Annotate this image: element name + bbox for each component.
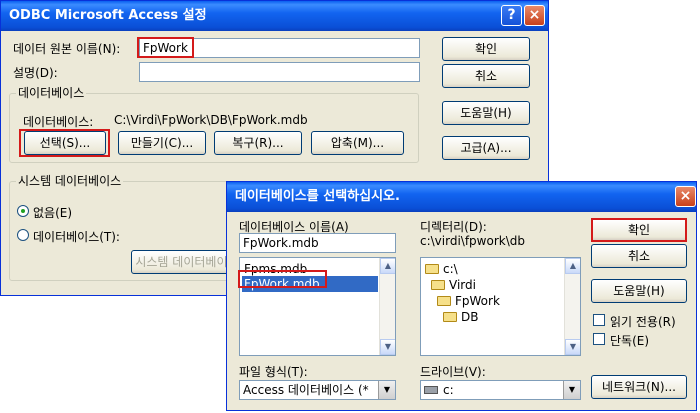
repair-database-button[interactable]: 복구(R)... [214,131,302,155]
database-path-value: C:\Virdi\FpWork\DB\FpWork.mdb [114,113,308,127]
ok-button[interactable]: 확인 [442,37,530,61]
database-radio-label: 데이터베이스(T): [33,230,120,244]
select-title: 데이터베이스를 선택하십시오. [235,189,400,204]
main-titlebar[interactable]: ODBC Microsoft Access 설정 [1,1,548,31]
database-group-title: 데이터베이스 [16,85,87,101]
dir-node-fpwork-label: FpWork [455,294,500,308]
cancel-button[interactable]: 취소 [442,64,530,88]
drive-select[interactable]: c: ▼ [420,380,581,400]
select-help-button[interactable]: 도움말(H) [591,279,687,303]
help-title-button[interactable]: ? [501,5,522,26]
help-button[interactable]: 도움말(H) [442,101,530,125]
dir-node-db[interactable]: DB [443,309,478,325]
directory-label: 디렉터리(D): [420,220,487,234]
drive-label: 드라이브(V): [420,365,486,379]
dir-node-c[interactable]: c:\ [425,261,458,277]
drive-value: c: [443,383,454,397]
scroll-down-arrow-icon[interactable]: ▼ [380,339,395,355]
dir-node-c-label: c:\ [443,262,458,276]
create-database-button[interactable]: 만들기(C)... [118,131,206,155]
none-radio[interactable] [17,205,29,217]
readonly-label: 읽기 전용(R) [610,315,676,329]
scroll-up-arrow-icon[interactable]: ▲ [380,258,395,274]
chevron-down-icon[interactable]: ▼ [563,381,580,399]
dir-node-virdi-label: Virdi [449,278,476,292]
database-name-input[interactable]: FpWork.mdb [239,233,396,253]
advanced-button[interactable]: 고급(A)... [442,136,530,160]
directory-tree-scrollbar[interactable]: ▲ ▼ [564,258,580,355]
compact-database-button[interactable]: 압축(M)... [311,131,404,155]
select-database-dialog: 데이터베이스를 선택하십시오. × 데이터베이스 이름(A) FpWork.md… [226,181,697,411]
file-list-scrollbar[interactable]: ▲ ▼ [379,258,395,355]
file-type-label: 파일 형식(T): [239,365,308,379]
main-title: ODBC Microsoft Access 설정 [9,8,207,23]
select-cancel-button[interactable]: 취소 [591,244,687,268]
database-radio[interactable] [17,229,29,241]
file-type-value: Access 데이터베이스 (* [243,383,369,397]
folder-icon [425,264,439,274]
select-titlebar[interactable]: 데이터베이스를 선택하십시오. [227,182,696,212]
description-label: 설명(D): [13,66,58,80]
dir-node-fpwork[interactable]: FpWork [437,293,500,309]
select-button-highlight-box [19,129,110,157]
scroll-up-arrow-icon[interactable]: ▲ [565,258,580,274]
system-database-group-title: 시스템 데이터베이스 [16,173,124,189]
directory-tree[interactable]: c:\ Virdi FpWork DB ▲ ▼ [420,257,581,356]
chevron-down-icon[interactable]: ▼ [378,381,395,399]
scroll-down-arrow-icon[interactable]: ▼ [565,339,580,355]
database-path-label: 데이터베이스: [23,115,94,129]
exclusive-checkbox[interactable] [593,333,605,345]
file-type-select[interactable]: Access 데이터베이스 (* ▼ [239,380,396,400]
directory-value: c:\virdi\fpwork\db [420,234,525,248]
dir-node-db-label: DB [461,310,479,324]
dsn-label: 데이터 원본 이름(N): [13,42,121,56]
fpwork-highlight-box [238,270,327,288]
network-button[interactable]: 네트워크(N)... [591,375,687,399]
close-icon[interactable]: × [524,5,545,26]
close-icon[interactable]: × [675,186,696,207]
select-ok-button[interactable]: 확인 [591,218,687,242]
readonly-checkbox[interactable] [593,314,605,326]
description-input[interactable] [139,62,420,82]
exclusive-label: 단독(E) [610,334,650,348]
folder-icon [443,312,457,322]
none-radio-label: 없음(E) [33,206,73,220]
dsn-highlight-box [137,37,194,58]
folder-icon [437,296,451,306]
drive-icon [424,386,438,394]
folder-icon [431,280,445,290]
dir-node-virdi[interactable]: Virdi [431,277,476,293]
